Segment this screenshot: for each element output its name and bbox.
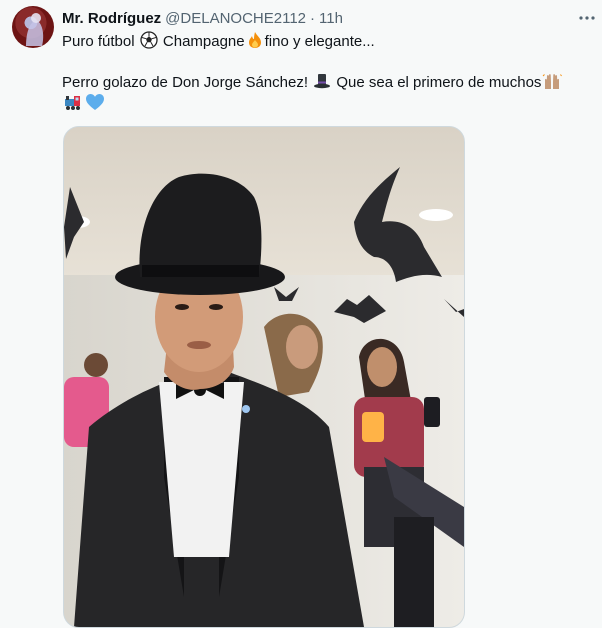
tweet-text-line-2: Perro golazo de Don Jorge Sánchez! Que s… [62, 72, 563, 96]
more-icon[interactable] [576, 8, 598, 28]
author-handle[interactable]: @DELANOCHE2112 [165, 10, 306, 27]
tweet-media-photo[interactable] [63, 126, 465, 628]
top-hat-icon [313, 72, 331, 96]
raising-hands-icon [542, 72, 563, 96]
avatar-image [26, 13, 44, 46]
locomotive-icon [63, 93, 83, 117]
soccer-ball-icon [140, 31, 158, 55]
separator-dot: · [310, 9, 316, 27]
text-segment: Perro golazo de Don Jorge Sánchez! [62, 74, 308, 91]
tweet[interactable]: Mr. Rodríguez @DELANOCHE2112 · 11h Puro … [0, 0, 602, 628]
photo-image [64, 127, 464, 627]
text-segment: Puro fútbol [62, 33, 135, 50]
fire-icon [246, 31, 264, 55]
blue-heart-icon [85, 93, 105, 117]
text-segment: Champagne [162, 33, 245, 50]
text-segment: fino y elegante... [264, 33, 375, 50]
author-name[interactable]: Mr. Rodríguez [62, 10, 161, 27]
tweet-header: Mr. Rodríguez @DELANOCHE2112 · 11h [62, 8, 343, 28]
avatar[interactable] [12, 6, 54, 48]
tweet-text-line-1: Puro fútbol Champagne fino y elegante... [62, 31, 375, 55]
text-segment: Que sea el primero de muchos [336, 74, 542, 91]
tweet-text-line-3 [62, 93, 106, 117]
timestamp[interactable]: 11h [319, 10, 343, 27]
